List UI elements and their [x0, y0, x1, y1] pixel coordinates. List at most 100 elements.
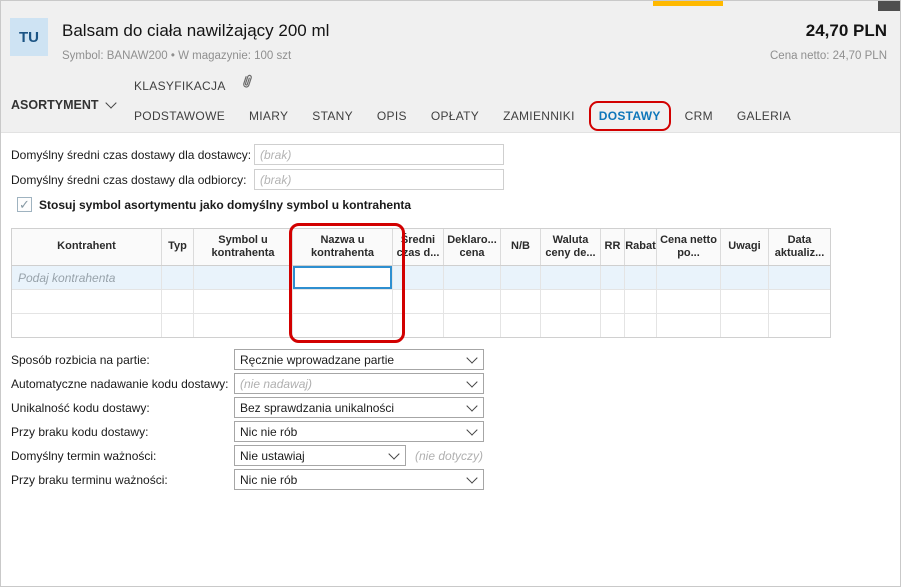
asortyment-menu-button[interactable]: ASORTYMENT — [11, 97, 117, 112]
select-code-uniqueness[interactable]: Bez sprawdzania unikalności — [234, 397, 484, 418]
table-cell[interactable] — [657, 290, 721, 313]
table-cell[interactable] — [657, 314, 721, 337]
tab-crm[interactable]: CRM — [685, 107, 713, 125]
tab-oplaty[interactable]: OPŁATY — [431, 107, 479, 125]
table-cell[interactable] — [194, 290, 293, 313]
check-icon: ✓ — [19, 197, 30, 212]
select-default-expiry[interactable]: Nie ustawiaj — [234, 445, 406, 466]
table-cell[interactable] — [393, 314, 444, 337]
chevron-down-icon — [466, 376, 478, 388]
price-gross: 24,70 PLN — [805, 21, 887, 40]
table-cell[interactable] — [293, 290, 393, 313]
table-cell[interactable] — [12, 314, 162, 337]
table-cell[interactable] — [541, 314, 601, 337]
missing-code-label: Przy braku kodu dostawy: — [11, 424, 149, 439]
table-row — [12, 314, 830, 337]
tab-stany[interactable]: STANY — [312, 107, 353, 125]
table-cell[interactable] — [162, 266, 194, 289]
table-cell[interactable] — [625, 266, 657, 289]
table-cell[interactable] — [12, 290, 162, 313]
new-contractor-cell[interactable]: Podaj kontrahenta — [12, 266, 162, 289]
table-cell[interactable] — [444, 314, 501, 337]
avg-delivery-supplier-label: Domyślny średni czas dostawy dla dostawc… — [11, 148, 252, 162]
table-cell[interactable] — [393, 266, 444, 289]
table-cell[interactable] — [769, 290, 830, 313]
table-cell[interactable] — [393, 290, 444, 313]
table-cell[interactable] — [293, 314, 393, 337]
column-header-symbol[interactable]: Symbol u kontrahenta — [194, 229, 293, 265]
form-row: Automatyczne nadawanie kodu dostawy: (ni… — [11, 373, 484, 394]
select-missing-code[interactable]: Nic nie rób — [234, 421, 484, 442]
tab-zamienniki[interactable]: ZAMIENNIKI — [503, 107, 575, 125]
table-cell[interactable] — [625, 290, 657, 313]
table-cell[interactable] — [769, 266, 830, 289]
batch-settings-form: Sposób rozbicia na partie: Ręcznie wprow… — [11, 349, 484, 493]
column-header-waluta[interactable]: Waluta ceny de... — [541, 229, 601, 265]
column-header-nazwa[interactable]: Nazwa u kontrahenta — [293, 229, 393, 265]
table-cell[interactable] — [721, 266, 769, 289]
table-cell[interactable] — [601, 290, 625, 313]
price-net: Cena netto: 24,70 PLN — [770, 50, 887, 62]
table-cell[interactable] — [601, 266, 625, 289]
use-symbol-checkbox-label: Stosuj symbol asortymentu jako domyślny … — [39, 198, 412, 212]
missing-expiry-label: Przy braku terminu ważności: — [11, 472, 168, 487]
form-row: Sposób rozbicia na partie: Ręcznie wprow… — [11, 349, 484, 370]
select-missing-code-value: Nic nie rób — [240, 424, 298, 439]
select-auto-code[interactable]: (nie nadawaj) — [234, 373, 484, 394]
column-header-rr[interactable]: RR — [601, 229, 625, 265]
tab-galeria[interactable]: GALERIA — [737, 107, 791, 125]
table-cell[interactable] — [162, 290, 194, 313]
column-header-typ[interactable]: Typ — [162, 229, 194, 265]
form-row: Przy braku kodu dostawy: Nic nie rób — [11, 421, 484, 442]
table-row-new: Podaj kontrahenta — [12, 266, 830, 290]
code-uniqueness-label: Unikalność kodu dostawy: — [11, 400, 150, 415]
tab-podstawowe[interactable]: PODSTAWOWE — [134, 107, 225, 125]
table-cell[interactable] — [444, 266, 501, 289]
table-cell[interactable] — [501, 314, 541, 337]
chevron-down-icon — [104, 97, 117, 109]
table-cell[interactable] — [501, 266, 541, 289]
use-symbol-checkbox[interactable]: ✓ — [17, 197, 32, 212]
new-contractor-placeholder: Podaj kontrahenta — [18, 270, 116, 285]
page-title: Balsam do ciała nawilżający 200 ml — [62, 21, 330, 40]
avg-delivery-recipient-input[interactable] — [254, 169, 504, 190]
table-cell[interactable] — [769, 314, 830, 337]
avg-delivery-supplier-input[interactable] — [254, 144, 504, 165]
window-corner-decoration — [878, 1, 900, 11]
column-header-sredni-czas[interactable]: Średni czas d... — [393, 229, 444, 265]
table-cell[interactable] — [194, 266, 293, 289]
selected-cell[interactable] — [293, 266, 393, 289]
table-cell[interactable] — [625, 314, 657, 337]
app-window: TU Balsam do ciała nawilżający 200 ml Sy… — [0, 0, 901, 587]
table-cell[interactable] — [721, 290, 769, 313]
select-batch-split-value: Ręcznie wprowadzane partie — [240, 352, 395, 367]
column-header-nb[interactable]: N/B — [501, 229, 541, 265]
column-header-kontrahent[interactable]: Kontrahent — [12, 229, 162, 265]
table-cell[interactable] — [601, 314, 625, 337]
table-cell[interactable] — [501, 290, 541, 313]
tab-miary[interactable]: MIARY — [249, 107, 288, 125]
tab-klasyfikacja[interactable]: KLASYFIKACJA — [134, 79, 226, 93]
expiry-not-applicable-note: (nie dotyczy) — [415, 448, 484, 463]
chevron-down-icon — [466, 400, 478, 412]
table-cell[interactable] — [194, 314, 293, 337]
select-batch-split[interactable]: Ręcznie wprowadzane partie — [234, 349, 484, 370]
column-header-data-aktualizacji[interactable]: Data aktualiz... — [769, 229, 830, 265]
column-header-cena-netto[interactable]: Cena netto po... — [657, 229, 721, 265]
table-cell[interactable] — [541, 290, 601, 313]
column-header-deklarowana-cena[interactable]: Deklaro... cena — [444, 229, 501, 265]
select-code-uniqueness-value: Bez sprawdzania unikalności — [240, 400, 395, 415]
tab-dostawy[interactable]: DOSTAWY — [588, 101, 671, 131]
tab-opis[interactable]: OPIS — [377, 107, 407, 125]
select-missing-expiry-value: Nic nie rób — [240, 472, 298, 487]
table-cell[interactable] — [162, 314, 194, 337]
table-cell[interactable] — [657, 266, 721, 289]
table-cell[interactable] — [541, 266, 601, 289]
select-missing-expiry[interactable]: Nic nie rób — [234, 469, 484, 490]
column-header-uwagi[interactable]: Uwagi — [721, 229, 769, 265]
chevron-down-icon — [466, 472, 478, 484]
asortyment-menu-label: ASORTYMENT — [11, 98, 99, 112]
column-header-rabat[interactable]: Rabat — [625, 229, 657, 265]
table-cell[interactable] — [721, 314, 769, 337]
table-cell[interactable] — [444, 290, 501, 313]
